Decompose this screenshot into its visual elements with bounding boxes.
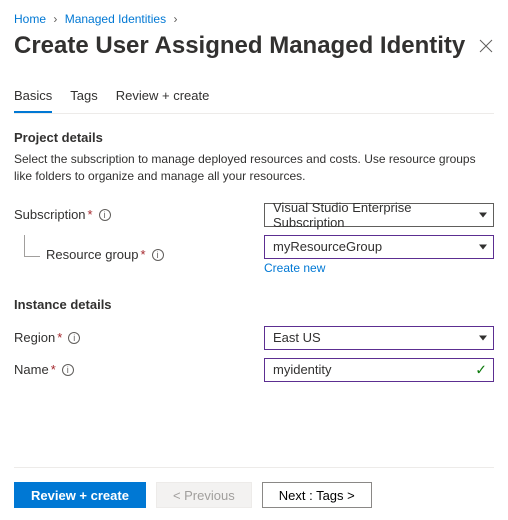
tab-basics[interactable]: Basics	[14, 88, 52, 113]
info-icon[interactable]: i	[68, 332, 80, 344]
review-create-button[interactable]: Review + create	[14, 482, 146, 508]
chevron-down-icon	[479, 212, 487, 217]
info-icon[interactable]: i	[99, 209, 111, 221]
page-title: Create User Assigned Managed Identity	[14, 32, 465, 60]
region-select[interactable]: East US	[264, 326, 494, 350]
tab-tags[interactable]: Tags	[70, 88, 97, 113]
resource-group-label: Resource group	[46, 247, 139, 262]
instance-details-heading: Instance details	[14, 297, 494, 312]
tree-connector	[24, 235, 40, 257]
name-value: myidentity	[273, 362, 332, 377]
subscription-label: Subscription	[14, 207, 86, 222]
required-indicator: *	[88, 207, 93, 222]
info-icon[interactable]: i	[62, 364, 74, 376]
footer: Review + create < Previous Next : Tags >	[14, 467, 494, 508]
project-details-description: Select the subscription to manage deploy…	[14, 151, 494, 185]
required-indicator: *	[57, 330, 62, 345]
create-new-link[interactable]: Create new	[264, 261, 325, 275]
previous-button: < Previous	[156, 482, 252, 508]
name-input[interactable]: myidentity ✓	[264, 358, 494, 382]
subscription-select[interactable]: Visual Studio Enterprise Subscription	[264, 203, 494, 227]
info-icon[interactable]: i	[152, 249, 164, 261]
tabs: Basics Tags Review + create	[14, 88, 494, 114]
name-label: Name	[14, 362, 49, 377]
subscription-value: Visual Studio Enterprise Subscription	[273, 200, 485, 230]
checkmark-icon: ✓	[475, 361, 487, 378]
region-value: East US	[273, 330, 321, 345]
chevron-down-icon	[479, 335, 487, 340]
chevron-right-icon: ›	[173, 12, 177, 26]
close-icon[interactable]	[478, 38, 494, 54]
breadcrumb-home[interactable]: Home	[14, 12, 46, 26]
tab-review-create[interactable]: Review + create	[116, 88, 210, 113]
required-indicator: *	[51, 362, 56, 377]
next-button[interactable]: Next : Tags >	[262, 482, 372, 508]
resource-group-value: myResourceGroup	[273, 239, 382, 254]
project-details-heading: Project details	[14, 130, 494, 145]
breadcrumb-managed-identities[interactable]: Managed Identities	[65, 12, 166, 26]
region-label: Region	[14, 330, 55, 345]
chevron-right-icon: ›	[53, 12, 57, 26]
resource-group-select[interactable]: myResourceGroup	[264, 235, 494, 259]
chevron-down-icon	[479, 244, 487, 249]
breadcrumb: Home › Managed Identities ›	[14, 12, 494, 26]
required-indicator: *	[141, 247, 146, 262]
